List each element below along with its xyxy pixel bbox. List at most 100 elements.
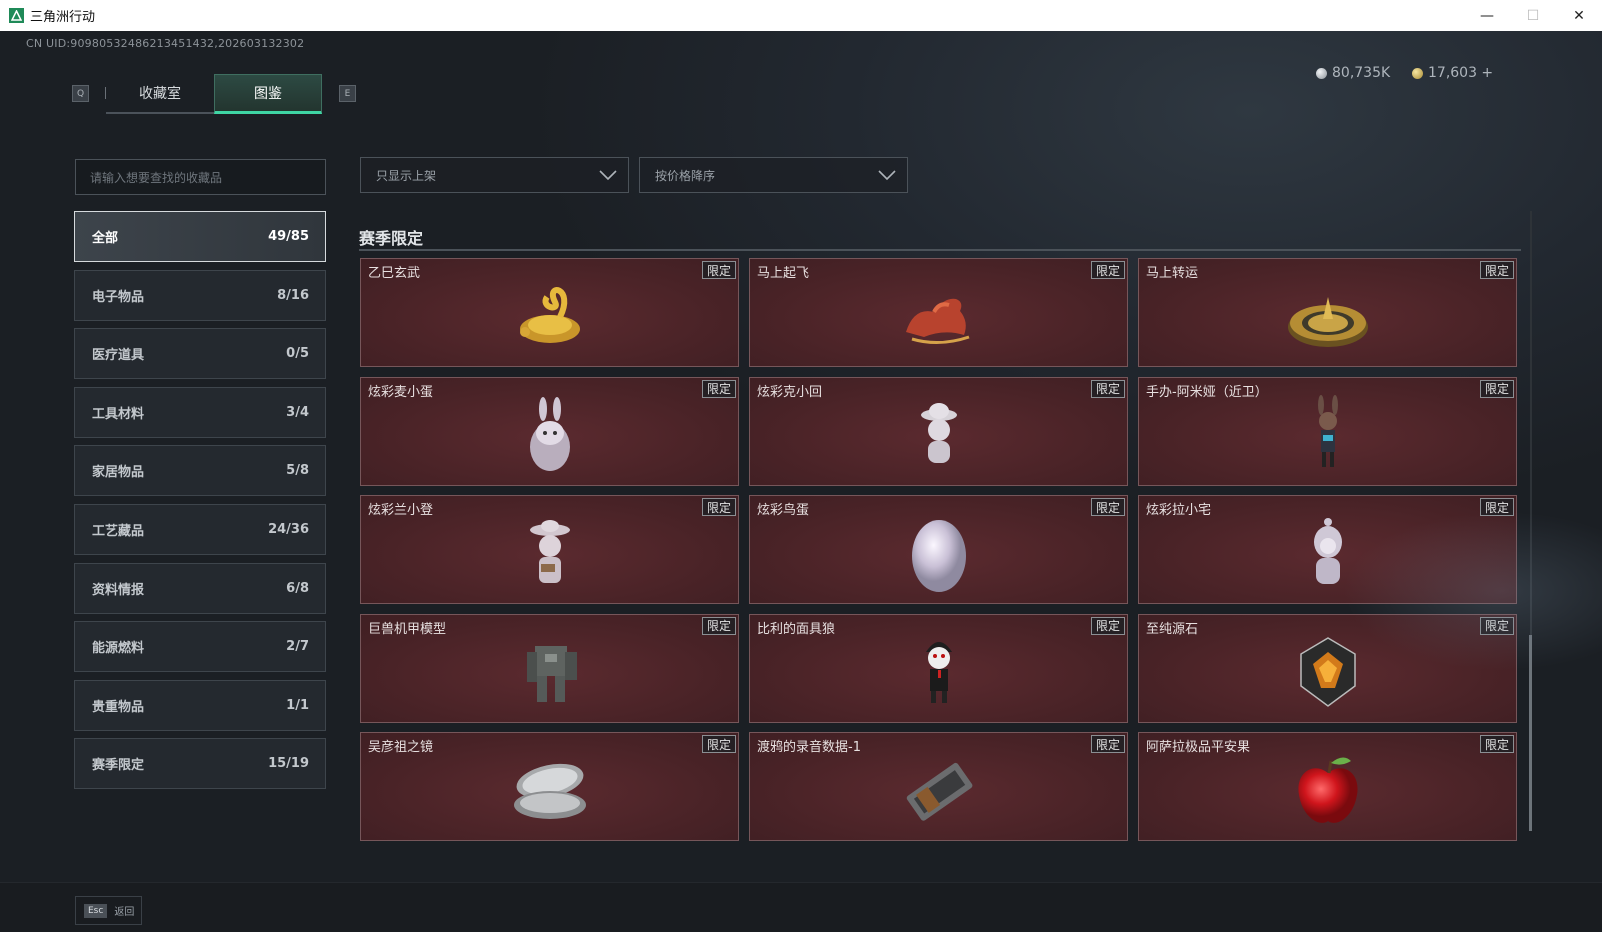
category-valuables[interactable]: 贵重物品 1/1: [74, 679, 326, 731]
sombrero-figure-icon: [500, 509, 600, 599]
item-card[interactable]: 至纯源石 限定: [1138, 613, 1517, 723]
chevron-down-icon: [599, 170, 617, 181]
item-card[interactable]: 吴彦祖之镜 限定: [360, 732, 739, 841]
app-logo-icon: [9, 8, 24, 23]
category-label: 家居物品: [92, 465, 145, 481]
category-list: 全部 49/85 电子物品 8/16 医疗道具 0/5 工具材料 3/4 家居物品 5/8…: [74, 211, 326, 797]
item-name: 手办-阿米娅（近卫）: [1146, 384, 1268, 400]
category-count: 2/7: [286, 639, 309, 655]
item-name: 渡鸦的录音数据-1: [757, 740, 861, 755]
close-button[interactable]: ✕: [1556, 0, 1602, 31]
hooded-figure-icon: [1278, 509, 1378, 599]
tab-catalog[interactable]: 图鉴: [214, 74, 322, 114]
item-card[interactable]: 手办-阿米娅（近卫） 限定: [1138, 376, 1517, 486]
item-card[interactable]: 炫彩麦小蛋 限定: [360, 376, 739, 486]
limited-badge: 限定: [701, 735, 736, 753]
silver-amount: 80,735K: [1332, 65, 1391, 81]
category-season-limited[interactable]: 赛季限定 15/19: [74, 738, 326, 790]
scrollbar-thumb[interactable]: [1529, 635, 1532, 831]
category-tools[interactable]: 工具材料 3/4: [74, 386, 326, 438]
category-energy[interactable]: 能源燃料 2/7: [74, 621, 326, 673]
hat-figure-icon: [889, 390, 989, 480]
category-count: 24/36: [268, 521, 309, 537]
minimize-button[interactable]: —: [1464, 0, 1510, 31]
category-household[interactable]: 家居物品 5/8: [74, 445, 326, 497]
category-intel[interactable]: 资料情报 6/8: [74, 562, 326, 614]
originium-crystal-icon: [1278, 627, 1378, 717]
gold-currency[interactable]: 17,603 +: [1412, 65, 1493, 81]
item-name: 比利的面具狼: [757, 621, 836, 637]
category-label: 资料情报: [92, 582, 145, 598]
category-label: 医疗道具: [92, 348, 145, 364]
limited-badge: 限定: [1090, 379, 1125, 398]
pearl-egg-icon: [889, 509, 989, 599]
chevron-down-icon: [878, 170, 896, 181]
item-name: 炫彩麦小蛋: [368, 384, 434, 400]
category-count: 5/8: [286, 463, 309, 479]
rabbit-egg-figure-icon: [500, 390, 600, 480]
category-label: 全部: [92, 231, 119, 246]
item-name: 至纯源石: [1146, 621, 1199, 637]
limited-badge: 限定: [1090, 498, 1125, 516]
item-grid: 乙巳玄武 限定 马上起飞 限定 马上转运 限定 炫彩麦小蛋 限定 炫彩克小回 限定 手办-…: [360, 258, 1517, 841]
category-count: 15/19: [268, 756, 309, 772]
limited-badge: 限定: [1479, 616, 1514, 635]
item-card[interactable]: 炫彩克小回 限定: [749, 376, 1128, 486]
category-count: 6/8: [286, 580, 309, 596]
gold-serpent-tortoise-icon: [500, 272, 600, 362]
item-card[interactable]: 比利的面具狼 限定: [749, 613, 1128, 723]
limited-badge: 限定: [701, 379, 736, 398]
category-label: 电子物品: [92, 289, 145, 305]
maximize-button[interactable]: ☐: [1510, 0, 1556, 31]
next-tab-key-hint[interactable]: E: [339, 85, 356, 102]
category-crafts[interactable]: 工艺藏品 24/36: [74, 503, 326, 555]
item-card[interactable]: 阿萨拉极品平安果 限定: [1138, 732, 1517, 841]
main-tabs: 收藏室 图鉴: [106, 74, 322, 114]
item-name: 吴彦祖之镜: [368, 740, 434, 755]
item-card[interactable]: 渡鸦的录音数据-1 限定: [749, 732, 1128, 841]
billy-puppet-icon: [889, 627, 989, 717]
sort-dropdown[interactable]: 按价格降序: [639, 157, 908, 193]
limited-badge: 限定: [1479, 379, 1514, 398]
search-input[interactable]: 请输入想要查找的收藏品: [75, 159, 326, 195]
window-title: 三角洲行动: [30, 10, 96, 25]
red-apple-icon: [1278, 746, 1378, 836]
category-count: 8/16: [277, 287, 309, 303]
item-card[interactable]: 炫彩拉小宅 限定: [1138, 495, 1517, 604]
category-count: 0/5: [286, 346, 309, 362]
prev-tab-key-hint[interactable]: Q: [72, 85, 89, 102]
item-card[interactable]: 马上起飞 限定: [749, 258, 1128, 367]
limited-badge: 限定: [1479, 261, 1514, 279]
item-card[interactable]: 炫彩兰小登 限定: [360, 495, 739, 604]
bottom-bar: [0, 882, 1602, 932]
compact-mirror-icon: [500, 746, 600, 836]
category-count: 49/85: [268, 229, 309, 244]
item-card[interactable]: 马上转运 限定: [1138, 258, 1517, 367]
category-label: 赛季限定: [92, 758, 145, 774]
item-name: 炫彩兰小登: [368, 503, 434, 518]
category-label: 能源燃料: [92, 641, 145, 657]
item-name: 马上起飞: [757, 266, 810, 281]
category-label: 贵重物品: [92, 699, 145, 715]
section-title: 赛季限定: [359, 229, 424, 248]
limited-badge: 限定: [1479, 498, 1514, 516]
limited-badge: 限定: [701, 261, 736, 279]
item-card[interactable]: 乙巳玄武 限定: [360, 258, 739, 367]
category-all[interactable]: 全部 49/85: [74, 211, 326, 262]
category-electronics[interactable]: 电子物品 8/16: [74, 269, 326, 321]
category-label: 工具材料: [92, 406, 145, 422]
gold-amount: 17,603 +: [1428, 65, 1494, 81]
section-divider: [359, 249, 1521, 251]
category-count: 1/1: [286, 697, 309, 713]
item-card[interactable]: 巨兽机甲模型 限定: [360, 613, 739, 723]
availability-filter-dropdown[interactable]: 只显示上架: [360, 157, 629, 193]
limited-badge: 限定: [1090, 735, 1125, 753]
back-button[interactable]: Esc 返回: [75, 896, 142, 925]
item-name: 巨兽机甲模型: [368, 621, 447, 637]
player-uid: CN UID:9098053248621345143​2,20260313230…: [26, 37, 305, 50]
category-medical[interactable]: 医疗道具 0/5: [74, 328, 326, 380]
esc-key-hint: Esc: [84, 903, 108, 918]
gold-coin-icon: [1412, 67, 1423, 79]
tab-collection-room[interactable]: 收藏室: [106, 74, 214, 114]
item-card[interactable]: 炫彩鸟蛋 限定: [749, 495, 1128, 604]
